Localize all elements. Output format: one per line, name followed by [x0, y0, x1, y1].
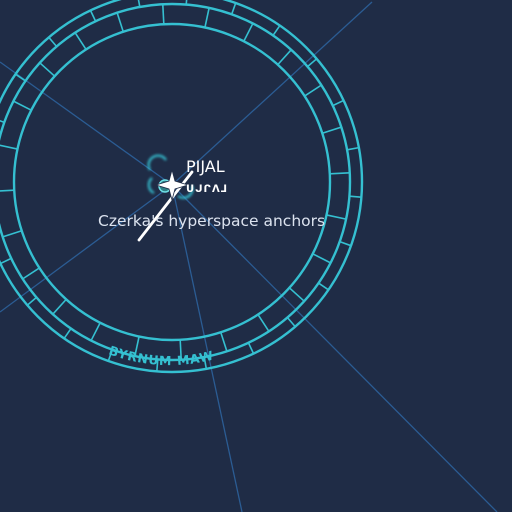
ring-tick	[257, 314, 270, 332]
ring-tick	[0, 119, 5, 124]
ring-tick	[63, 328, 72, 339]
ring-tick	[318, 282, 329, 291]
ring-tick	[116, 12, 125, 32]
ring-tick	[22, 267, 40, 280]
ring-tick	[349, 195, 362, 198]
ring-tick	[89, 10, 97, 22]
hyperspace-routes	[0, 1, 498, 512]
ring-tick	[137, 0, 141, 8]
ring-tick	[230, 2, 237, 15]
ring-tick	[339, 240, 352, 247]
ring-tick	[329, 171, 350, 175]
system-name-label[interactable]: PIJAL	[186, 157, 225, 176]
ring-tick	[13, 100, 32, 111]
ring-tick	[90, 322, 101, 341]
ring-tick	[2, 229, 22, 238]
ring-tick	[0, 189, 15, 192]
ring-tick	[304, 84, 322, 97]
ring-tick	[332, 99, 344, 107]
galaxy-map[interactable]: BYRNUM MAW PIJAL ᑌᒍᒋᐱᒧ Czerka's hyperspa…	[0, 0, 512, 512]
ring-tick	[52, 298, 67, 315]
ring-tick	[288, 287, 305, 302]
ring-tick	[312, 253, 331, 264]
ring-tick	[74, 32, 87, 50]
ring-tick	[185, 0, 188, 5]
ring-tick	[326, 214, 347, 220]
ring-tick	[161, 4, 165, 25]
ring-tick	[346, 146, 360, 151]
ring-tick	[48, 36, 58, 47]
ring-tick	[277, 49, 292, 66]
ring-tick	[26, 296, 37, 306]
ring-tick	[247, 342, 255, 354]
ring-tick	[243, 23, 254, 42]
ring-tick	[0, 144, 18, 150]
system-aurebesh-label: ᑌᒍᒋᐱᒧ	[186, 184, 228, 195]
ring-tick	[15, 73, 26, 82]
ring-tick	[272, 25, 281, 36]
ring-tick	[322, 126, 342, 135]
ring-tick	[39, 62, 56, 77]
region-label: BYRNUM MAW	[107, 343, 215, 369]
ring-tick	[0, 257, 12, 265]
ring-tick	[286, 317, 296, 328]
hyperspace-route[interactable]	[0, 184, 173, 313]
hyperspace-route[interactable]	[171, 184, 498, 512]
ring-tick	[219, 332, 228, 352]
system-note-label: Czerka's hyperspace anchors	[98, 212, 325, 230]
ring-tick	[204, 7, 210, 28]
